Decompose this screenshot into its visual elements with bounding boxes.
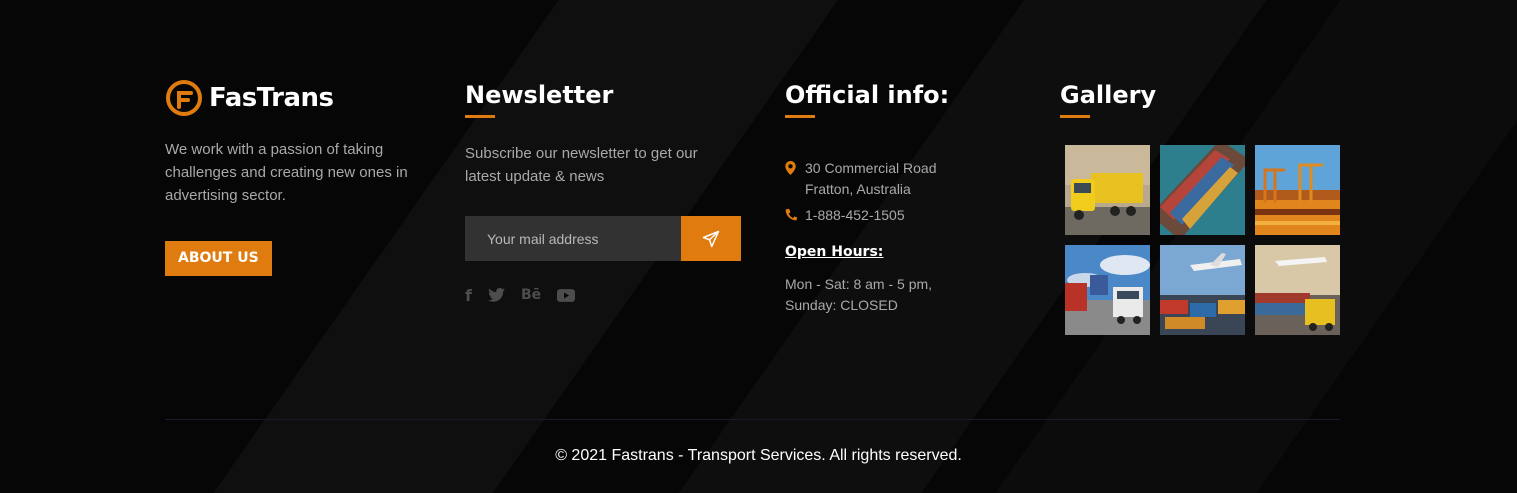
map-pin-icon — [785, 158, 805, 175]
container-ship-aerial-photo[interactable] — [1160, 145, 1245, 235]
official-info-heading: Official info: — [785, 81, 950, 109]
youtube-icon[interactable] — [557, 287, 576, 303]
plane-over-ship-photo[interactable] — [1255, 245, 1340, 335]
phone-icon — [785, 205, 805, 221]
brand-name: FasTrans — [209, 83, 334, 113]
twitter-icon[interactable] — [488, 287, 505, 303]
address-text: 30 Commercial Road Fratton, Australia — [805, 158, 937, 200]
newsletter-column: Newsletter Subscribe our newsletter to g… — [465, 78, 745, 305]
address-row: 30 Commercial Road Fratton, Australia — [785, 158, 1035, 200]
heading-underline — [785, 115, 815, 118]
address-line-1: 30 Commercial Road — [805, 160, 937, 176]
behance-icon[interactable]: Bē — [521, 287, 541, 303]
yellow-truck-photo[interactable] — [1065, 145, 1150, 235]
phone-number[interactable]: 1-888-452-1505 — [805, 205, 905, 226]
address-line-2: Fratton, Australia — [805, 181, 911, 197]
about-column: FasTrans We work with a passion of takin… — [165, 78, 435, 276]
gallery-column: Gallery — [1060, 78, 1350, 335]
hours-line-1: Mon - Sat: 8 am - 5 pm, — [785, 276, 933, 292]
open-hours: Mon - Sat: 8 am - 5 pm, Sunday: CLOSED — [785, 274, 1035, 316]
cargo-plane-loading-photo[interactable] — [1160, 245, 1245, 335]
phone-row: 1-888-452-1505 — [785, 205, 1035, 226]
copyright-text: © 2021 Fastrans - Transport Services. Al… — [555, 447, 962, 464]
contact-list: 30 Commercial Road Fratton, Australia 1-… — [785, 158, 1035, 226]
gallery-grid — [1065, 145, 1350, 335]
email-field[interactable] — [465, 216, 681, 261]
social-links: f Bē — [465, 286, 745, 305]
send-button[interactable] — [681, 216, 741, 261]
subscribe-form — [465, 216, 741, 261]
footer-divider — [165, 419, 1340, 420]
official-info-column: Official info: 30 Commercial Road Fratto… — [785, 78, 1035, 316]
fastrans-logo-icon — [166, 80, 202, 116]
port-cranes-sunset-photo[interactable] — [1255, 145, 1340, 235]
gallery-heading: Gallery — [1060, 81, 1157, 109]
hours-line-2: Sunday: CLOSED — [785, 297, 898, 313]
newsletter-text: Subscribe our newsletter to get our late… — [465, 145, 698, 185]
open-hours-title: Open Hours: — [785, 244, 884, 260]
about-us-button[interactable]: ABOUT US — [165, 241, 272, 276]
newsletter-heading: Newsletter — [465, 81, 614, 109]
about-text: We work with a passion of taking challen… — [165, 141, 408, 204]
forklift-containers-photo[interactable] — [1065, 245, 1150, 335]
facebook-icon[interactable]: f — [465, 286, 472, 305]
heading-underline — [1060, 115, 1090, 118]
heading-underline — [465, 115, 495, 118]
paper-plane-icon — [702, 230, 720, 247]
logo[interactable]: FasTrans — [165, 78, 435, 118]
